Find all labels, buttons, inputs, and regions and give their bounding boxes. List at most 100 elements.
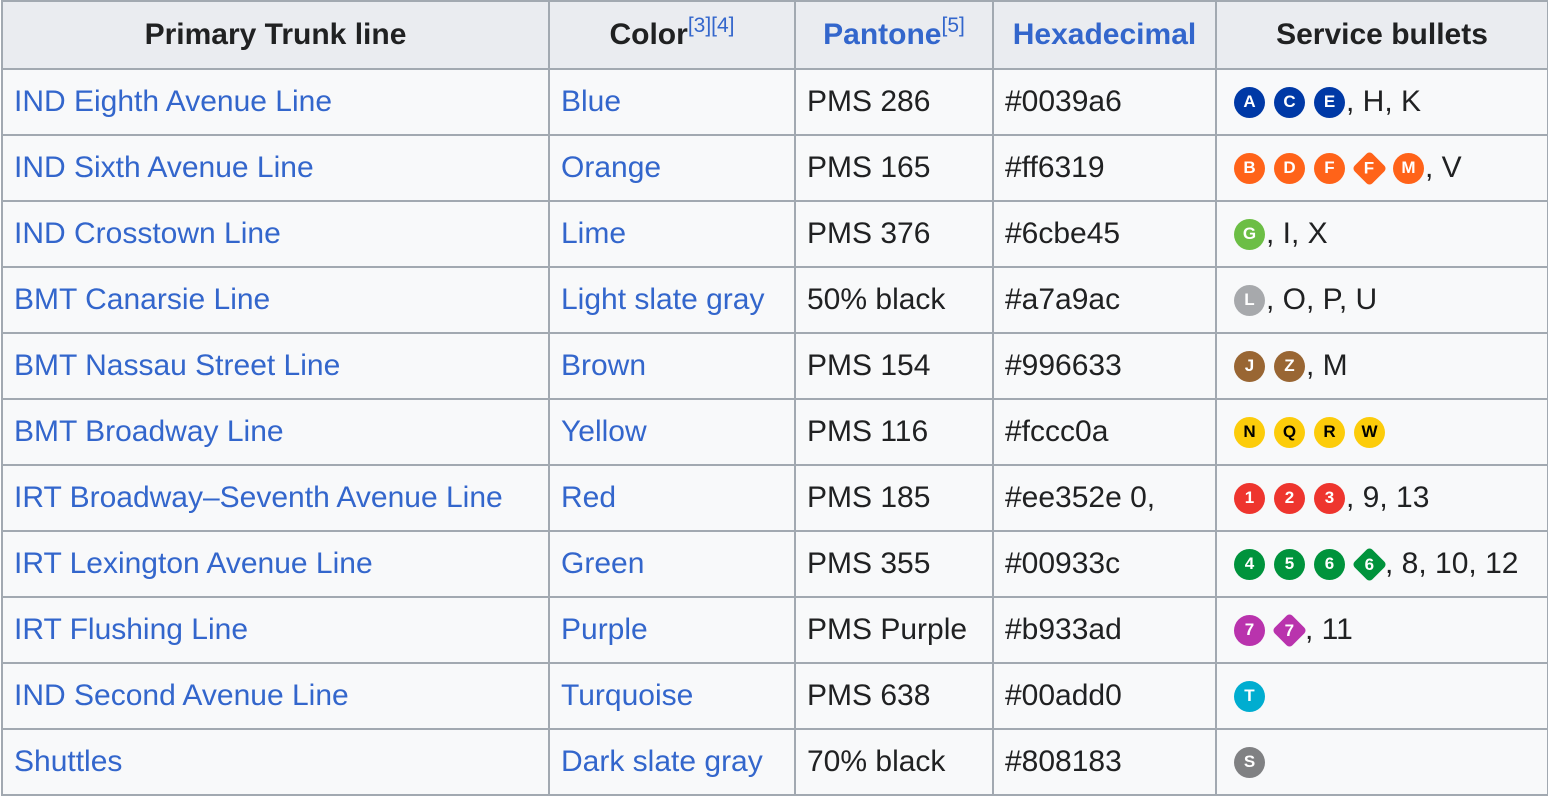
color-cell: Brown xyxy=(548,332,796,400)
pantone-cell: PMS Purple xyxy=(794,596,994,664)
circle-bullet-icon[interactable]: 7 xyxy=(1234,614,1265,646)
circle-bullet-icon[interactable]: J xyxy=(1234,350,1265,382)
bullets-cell: B D F F M , V xyxy=(1215,134,1548,202)
color-link[interactable]: Purple xyxy=(561,613,648,646)
extra-services: , O, P, U xyxy=(1266,283,1378,316)
color-cell: Orange xyxy=(548,134,796,202)
hex-cell: #00933c xyxy=(992,530,1217,598)
table-row: IND Crosstown Line Lime PMS 376 #6cbe45 G , I… xyxy=(1,200,1548,268)
bullets-cell: A C E , H, K xyxy=(1215,68,1548,136)
pantone-cell: PMS 185 xyxy=(794,464,994,532)
service-bullets: S xyxy=(1228,746,1546,778)
color-link[interactable]: Lime xyxy=(561,217,626,250)
extra-services: , I, X xyxy=(1266,217,1328,250)
color-link[interactable]: Light slate gray xyxy=(561,283,764,316)
circle-bullet-icon[interactable]: F xyxy=(1314,152,1345,184)
circle-bullet-icon[interactable]: 4 xyxy=(1234,548,1265,580)
service-bullets: 4 5 6 6 , 8, 10, 12 xyxy=(1228,546,1546,582)
bullet-label: N xyxy=(1243,422,1256,441)
bullet-label: 2 xyxy=(1284,488,1295,507)
color-references-link[interactable]: [3][4] xyxy=(688,14,735,37)
bullets-cell: J Z , M xyxy=(1215,332,1548,400)
bullet-label: S xyxy=(1243,752,1256,771)
hexadecimal-link[interactable]: Hexadecimal xyxy=(1013,18,1196,51)
color-cell: Turquoise xyxy=(548,662,796,730)
circle-bullet-icon[interactable]: 2 xyxy=(1274,482,1305,514)
line-link[interactable]: IND Second Avenue Line xyxy=(14,679,349,712)
line-cell: IRT Flushing Line xyxy=(1,596,550,664)
circle-bullet-icon[interactable]: R xyxy=(1314,416,1345,448)
circle-bullet-icon[interactable]: 3 xyxy=(1314,482,1345,514)
circle-bullet-icon[interactable]: L xyxy=(1234,284,1265,316)
line-link[interactable]: IND Sixth Avenue Line xyxy=(14,151,314,184)
diamond-bullet-icon[interactable]: F xyxy=(1351,150,1388,186)
bullet-label: W xyxy=(1361,422,1378,441)
bullet-label: 7 xyxy=(1244,620,1255,639)
circle-bullet-icon[interactable]: Q xyxy=(1274,416,1305,448)
color-link[interactable]: Orange xyxy=(561,151,661,184)
line-link[interactable]: IND Crosstown Line xyxy=(14,217,281,250)
line-link[interactable]: Shuttles xyxy=(14,745,122,778)
circle-bullet-icon[interactable]: T xyxy=(1234,680,1265,712)
bullet-label: 4 xyxy=(1244,554,1255,573)
line-link[interactable]: BMT Broadway Line xyxy=(14,415,284,448)
pantone-cell: PMS 638 xyxy=(794,662,994,730)
pantone-cell: 70% black xyxy=(794,728,994,796)
line-cell: Shuttles xyxy=(1,728,550,796)
color-link[interactable]: Blue xyxy=(561,85,621,118)
bullets-cell: S xyxy=(1215,728,1548,796)
bullet-label: Z xyxy=(1284,356,1295,375)
bullet-label: Q xyxy=(1282,422,1297,441)
extra-services: , 11 xyxy=(1305,613,1353,646)
service-bullets: N QRW xyxy=(1228,416,1546,448)
line-cell: BMT Canarsie Line xyxy=(1,266,550,334)
header-primary-trunk-line: Primary Trunk line xyxy=(1,0,550,70)
line-link[interactable]: BMT Nassau Street Line xyxy=(14,349,340,382)
service-bullets: T xyxy=(1228,680,1546,712)
circle-bullet-icon[interactable]: N xyxy=(1234,416,1265,448)
line-link[interactable]: IRT Flushing Line xyxy=(14,613,248,646)
line-link[interactable]: IRT Lexington Avenue Line xyxy=(14,547,373,580)
circle-bullet-icon[interactable]: S xyxy=(1234,746,1265,778)
bullet-label: D xyxy=(1283,158,1296,177)
line-link[interactable]: IND Eighth Avenue Line xyxy=(14,85,332,118)
table-row: IND Second Avenue Line Turquoise PMS 638 #0… xyxy=(1,662,1548,730)
circle-bullet-icon[interactable]: A xyxy=(1234,86,1265,118)
table-row: IRT Lexington Avenue Line Green PMS 355 #00… xyxy=(1,530,1548,598)
pantone-cell: PMS 116 xyxy=(794,398,994,466)
diamond-bullet-icon[interactable]: 7 xyxy=(1271,612,1308,648)
line-link[interactable]: IRT Broadway–Seventh Avenue Line xyxy=(14,481,503,514)
pantone-cell: PMS 376 xyxy=(794,200,994,268)
circle-bullet-icon[interactable]: Z xyxy=(1274,350,1305,382)
color-link[interactable]: Turquoise xyxy=(561,679,693,712)
hex-cell: #6cbe45 xyxy=(992,200,1217,268)
diamond-bullet-icon[interactable]: 6 xyxy=(1351,546,1388,582)
service-bullets: 7 7 , 11 xyxy=(1228,612,1546,648)
circle-bullet-icon[interactable]: W xyxy=(1354,416,1385,448)
bullet-label: 3 xyxy=(1324,488,1335,507)
extra-services: , M xyxy=(1306,349,1348,382)
color-cell: Purple xyxy=(548,596,796,664)
circle-bullet-icon[interactable]: D xyxy=(1274,152,1305,184)
circle-bullet-icon[interactable]: B xyxy=(1234,152,1265,184)
circle-bullet-icon[interactable]: 5 xyxy=(1274,548,1305,580)
pantone-link[interactable]: Pantone xyxy=(823,18,941,51)
circle-bullet-icon[interactable]: G xyxy=(1234,218,1265,250)
hex-cell: #a7a9ac xyxy=(992,266,1217,334)
hex-cell: #b933ad xyxy=(992,596,1217,664)
circle-bullet-icon[interactable]: C xyxy=(1274,86,1305,118)
circle-bullet-icon[interactable]: E xyxy=(1314,86,1345,118)
pantone-cell: PMS 154 xyxy=(794,332,994,400)
pantone-reference-link[interactable]: [5] xyxy=(942,14,965,37)
color-link[interactable]: Brown xyxy=(561,349,646,382)
color-link[interactable]: Red xyxy=(561,481,616,514)
color-cell: Green xyxy=(548,530,796,598)
circle-bullet-icon[interactable]: M xyxy=(1393,152,1424,184)
circle-bullet-icon[interactable]: 6 xyxy=(1314,548,1345,580)
circle-bullet-icon[interactable]: 1 xyxy=(1234,482,1265,514)
bullet-label: C xyxy=(1283,92,1296,111)
line-link[interactable]: BMT Canarsie Line xyxy=(14,283,270,316)
color-link[interactable]: Yellow xyxy=(561,415,647,448)
color-link[interactable]: Dark slate gray xyxy=(561,745,763,778)
color-link[interactable]: Green xyxy=(561,547,644,580)
